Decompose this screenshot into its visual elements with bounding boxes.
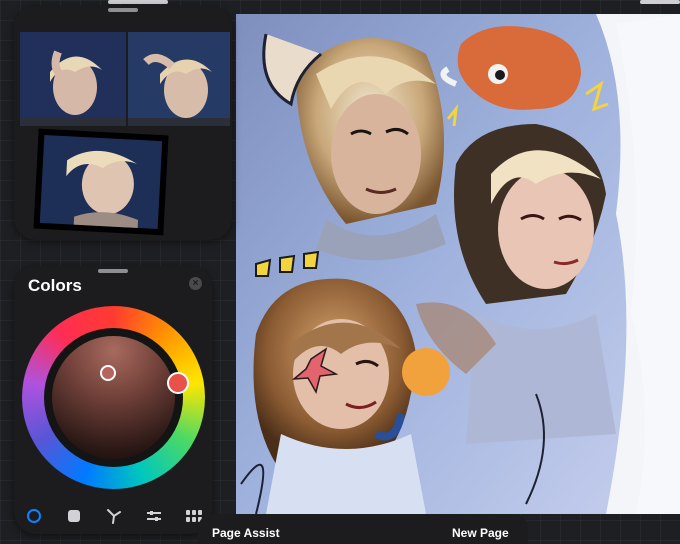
saturation-brightness-disc[interactable]	[52, 336, 175, 459]
reference-panel-grabber[interactable]	[108, 8, 138, 12]
color-mode-tabs	[14, 506, 212, 526]
reference-panel[interactable]	[14, 6, 232, 240]
colors-panel[interactable]: Colors ×	[14, 266, 212, 534]
color-handle[interactable]	[100, 365, 116, 381]
classic-square-icon[interactable]	[64, 506, 84, 526]
reference-thumbnail-3[interactable]	[33, 128, 169, 236]
drawing-canvas[interactable]	[236, 14, 680, 514]
reference-thumbnail-2[interactable]	[128, 32, 230, 126]
top-handle-left[interactable]	[108, 0, 168, 4]
reference-image-2	[128, 32, 230, 126]
reference-image-1	[20, 32, 126, 126]
artwork	[236, 14, 680, 514]
close-icon[interactable]: ×	[189, 277, 202, 290]
color-wheel-hue-ring[interactable]	[22, 306, 205, 489]
colors-panel-title: Colors	[28, 276, 82, 295]
new-page-button[interactable]: New Page	[452, 526, 509, 540]
page-bar: Page Assist New Page	[198, 514, 528, 544]
sliders-icon[interactable]	[144, 506, 164, 526]
page-assist-button[interactable]: Page Assist	[212, 526, 280, 540]
colors-panel-grabber[interactable]	[98, 269, 128, 273]
color-wheel-gap	[44, 328, 183, 467]
top-handle-right[interactable]	[640, 0, 680, 4]
harmony-icon[interactable]	[104, 506, 124, 526]
reference-thumbnail-1[interactable]	[20, 32, 126, 126]
color-disc-icon[interactable]	[24, 506, 44, 526]
hue-handle[interactable]	[167, 372, 189, 394]
reference-image-3	[39, 134, 163, 230]
